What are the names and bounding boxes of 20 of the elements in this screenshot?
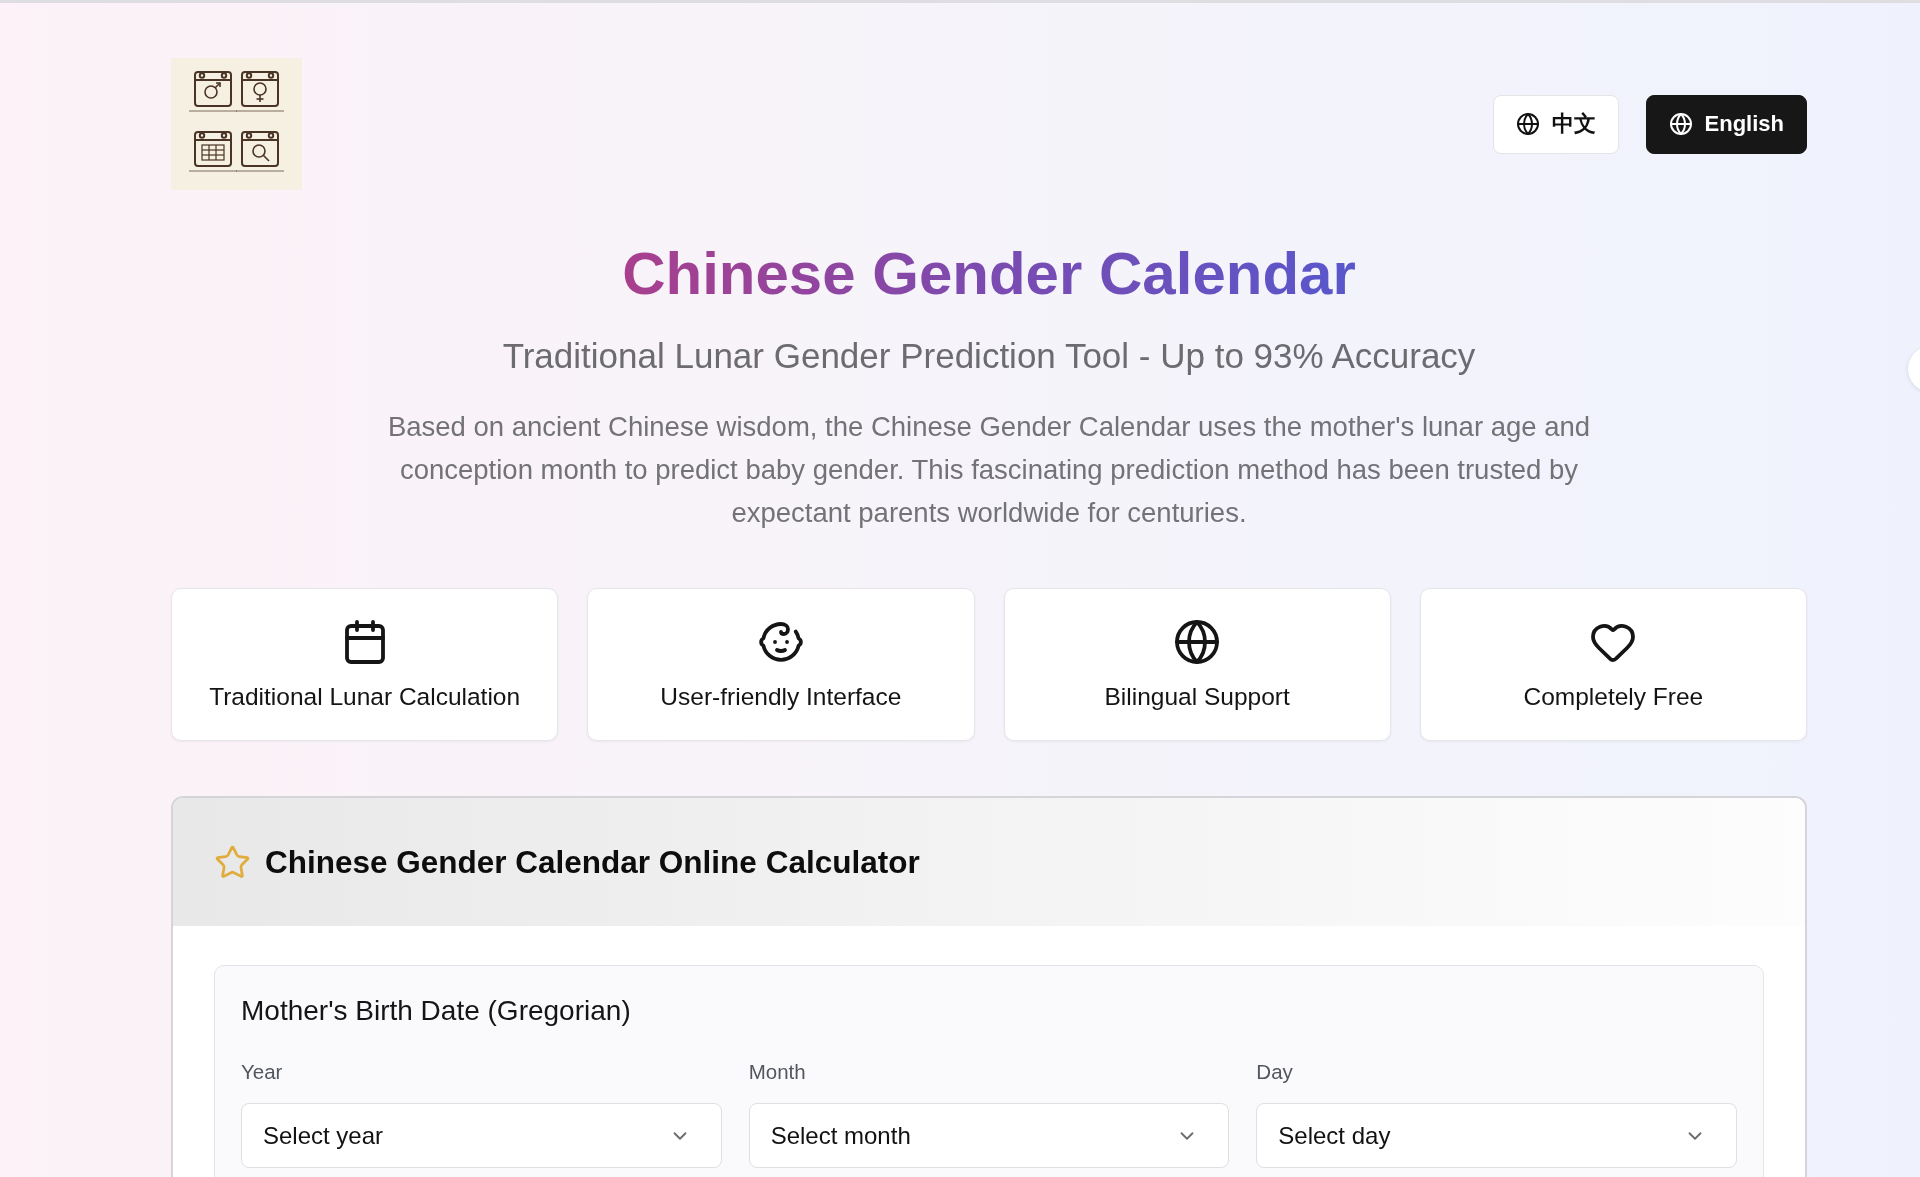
globe-icon	[1668, 112, 1693, 136]
select-field[interactable]: Select day	[1256, 1103, 1737, 1168]
intro-paragraph: Based on ancient Chinese wisdom, the Chinese Gender Calendar uses the mother's lunar age and conception month to predict baby gender. This fascinating prediction method has been trusted by expectant parents worldwide for centuries.	[386, 410, 1592, 530]
globe-icon	[1515, 112, 1540, 136]
language-button[interactable]: English	[1645, 94, 1807, 154]
select-field[interactable]: Select year	[241, 1103, 722, 1168]
calculator-title: Chinese Gender Calendar Online Calculator	[265, 843, 920, 881]
feature-label: Completely Free	[1523, 683, 1704, 711]
select-field[interactable]: Select month	[748, 1103, 1230, 1168]
language-button[interactable]: 中文	[1492, 94, 1619, 154]
feature-label: Traditional Lunar Calculation	[209, 683, 521, 711]
page-subtitle: Traditional Lunar Gender Prediction Tool - Up to 93% Accuracy	[501, 335, 1477, 377]
section-title: Mother's Birth Date (Gregorian)	[241, 994, 632, 1028]
field-label: Year	[241, 1059, 284, 1084]
field-label: Month	[748, 1059, 807, 1084]
star-icon	[214, 843, 251, 881]
field-label: Day	[1256, 1059, 1294, 1084]
feature-label: User-friendly Interface	[660, 683, 902, 711]
feature-label: Bilingual Support	[1104, 683, 1290, 711]
globe-icon	[1173, 618, 1222, 666]
